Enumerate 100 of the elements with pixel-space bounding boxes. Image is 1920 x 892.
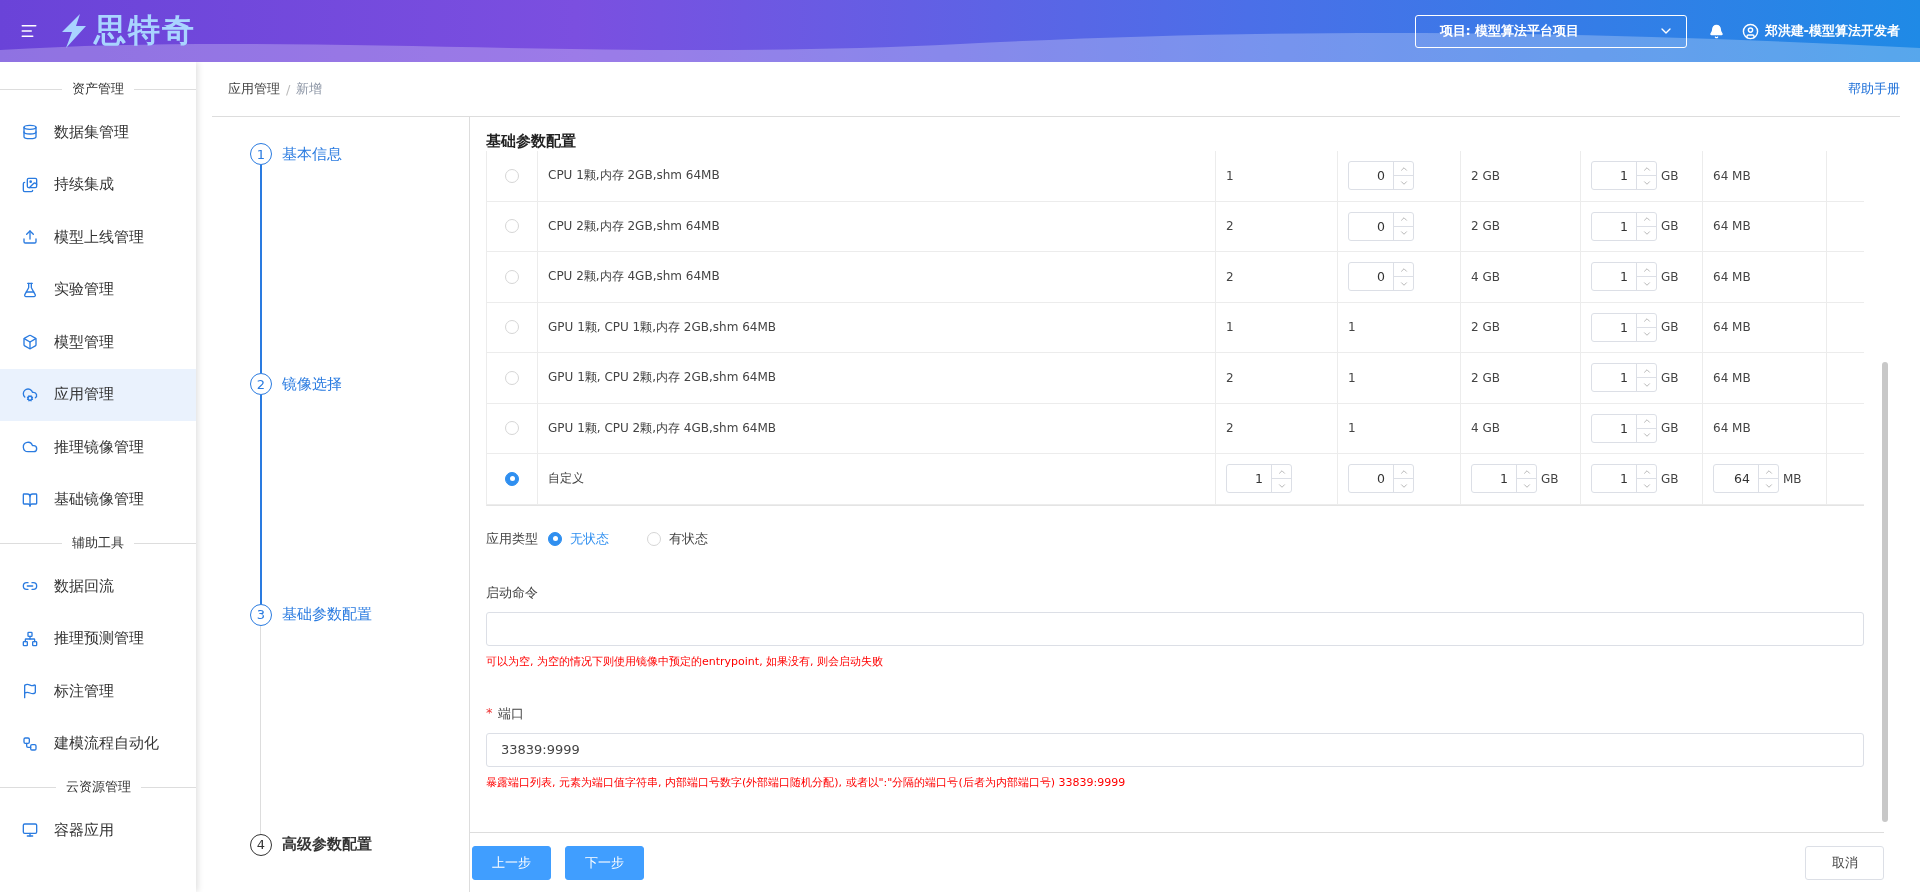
sidebar-item[interactable]: 实验管理	[0, 263, 196, 316]
table-cell: CPU 2颗,内存 4GB,shm 64MB	[548, 268, 720, 286]
sidebar-item[interactable]: 持续集成	[0, 158, 196, 211]
table-cell: 1	[1348, 320, 1356, 335]
step-label: 镜像选择	[282, 374, 342, 394]
radio-button[interactable]	[505, 471, 519, 486]
cube-icon	[22, 334, 38, 351]
breadcrumb-item[interactable]: 应用管理	[228, 80, 280, 98]
sidebar-item[interactable]: 数据回流	[0, 560, 196, 613]
table-cell: 1	[1348, 370, 1356, 385]
scrollbar[interactable]	[1882, 362, 1888, 822]
table-cell: 2 GB	[1471, 168, 1500, 183]
project-select[interactable]: 项目: 模型算法平台项目	[1414, 14, 1687, 48]
logo-text: 思特奇	[94, 10, 196, 51]
user-icon[interactable]	[1741, 22, 1759, 40]
help-link[interactable]: 帮助手册	[1848, 80, 1900, 98]
table-cell: 64 MB	[1713, 421, 1751, 436]
table-cell: CPU 1颗,内存 2GB,shm 64MB	[548, 167, 720, 185]
bell-icon[interactable]	[1708, 23, 1724, 39]
radio-button[interactable]	[548, 531, 562, 546]
radio-label[interactable]: 有状态	[669, 529, 708, 548]
breadcrumb-item: 新增	[296, 80, 323, 98]
number-input[interactable]: 1	[1591, 161, 1657, 191]
table-cell: 64 MB	[1713, 168, 1751, 183]
number-input[interactable]: 0	[1348, 161, 1414, 191]
table-cell: 2 GB	[1471, 370, 1500, 385]
images-icon	[22, 176, 38, 193]
sidebar-item[interactable]: 推理镜像管理	[0, 421, 196, 474]
table-cell: 4 GB	[1471, 269, 1500, 284]
user-name[interactable]: 郑洪建-模型算法开发者	[1764, 22, 1900, 40]
field-label: 端口	[497, 704, 524, 723]
sidebar-item[interactable]: 数据集管理	[0, 106, 196, 159]
network-icon	[22, 630, 38, 647]
table-cell: 1	[1226, 320, 1234, 335]
hint-text: 可以为空, 为空的情况下则使用镜像中预定的entrypoint, 如果没有, 则会启动失败	[486, 653, 885, 669]
workflow-icon	[22, 735, 38, 752]
sidebar-item[interactable]: 容器应用	[0, 804, 196, 857]
cancel-button[interactable]: 取消	[1805, 845, 1884, 880]
table-cell: GPU 1颗, CPU 2颗,内存 2GB,shm 64MB	[548, 369, 777, 387]
number-input[interactable]: 64	[1713, 464, 1779, 494]
database-icon	[22, 124, 38, 141]
unit-label: GB	[1661, 370, 1679, 385]
field-label: 启动命令	[486, 583, 538, 602]
table-cell: GPU 1颗, CPU 1颗,内存 2GB,shm 64MB	[548, 318, 777, 336]
sidebar-item[interactable]: 模型上线管理	[0, 211, 196, 264]
flask-icon	[22, 281, 38, 298]
number-input[interactable]: 1	[1591, 262, 1657, 292]
unit-label: GB	[1661, 471, 1679, 486]
book-icon	[22, 491, 38, 508]
table-cell: 64 MB	[1713, 370, 1751, 385]
flag-icon	[22, 683, 38, 700]
unit-label: GB	[1541, 471, 1559, 486]
sidebar-item[interactable]: 基础镜像管理	[0, 473, 196, 526]
table-cell: 1	[1348, 421, 1356, 436]
number-input[interactable]: 0	[1348, 464, 1414, 494]
table-cell: 64 MB	[1713, 269, 1751, 284]
sidebar-group-title: 云资源管理	[65, 778, 131, 796]
field-label: 应用类型	[486, 529, 538, 548]
step-label: 基本信息	[282, 144, 342, 164]
step-label: 高级参数配置	[282, 835, 372, 855]
hint-text: 暴露端口列表, 元素为端口值字符串, 内部端口号数字(外部端口随机分配), 或者以":"分隔的端口号(后者为内部端口号) 33839:9999	[486, 774, 1127, 790]
sidebar-item[interactable]: 应用管理	[0, 368, 196, 421]
unit-label: GB	[1661, 269, 1679, 284]
port-input[interactable]: 33839:9999	[486, 732, 1864, 767]
number-input[interactable]: 1	[1591, 464, 1657, 494]
unit-label: GB	[1661, 320, 1679, 335]
table-cell: 2	[1226, 421, 1234, 436]
unit-label: GB	[1661, 219, 1679, 234]
radio-label[interactable]: 无状态	[570, 529, 609, 548]
required-mark: *	[486, 704, 493, 722]
table-cell: 2	[1226, 219, 1234, 234]
table-cell: 4 GB	[1471, 421, 1500, 436]
step-label: 基础参数配置	[282, 605, 372, 625]
number-input[interactable]: 1	[1591, 211, 1657, 241]
upload-icon	[22, 229, 38, 246]
number-input[interactable]: 0	[1348, 211, 1414, 241]
number-input[interactable]: 1	[1591, 363, 1657, 393]
cloud-gear-icon	[22, 386, 38, 403]
sidebar-item[interactable]: 推理预测管理	[0, 612, 196, 665]
menu-icon[interactable]	[20, 22, 38, 40]
number-input[interactable]: 1	[1226, 464, 1292, 494]
command-input[interactable]	[486, 611, 1864, 646]
number-input[interactable]: 1	[1591, 312, 1657, 342]
table-cell: 2	[1226, 269, 1234, 284]
number-input[interactable]: 1	[1471, 464, 1537, 494]
table-cell: 自定义	[548, 470, 584, 488]
sidebar-group-title: 辅助工具	[72, 534, 124, 552]
sidebar-item[interactable]: 建模流程自动化	[0, 717, 196, 770]
table-cell: 1	[1226, 168, 1234, 183]
table-cell: 2 GB	[1471, 219, 1500, 234]
sidebar-item[interactable]: 标注管理	[0, 665, 196, 718]
number-input[interactable]: 0	[1348, 262, 1414, 292]
table-cell: 2 GB	[1471, 320, 1500, 335]
monitor-icon	[22, 822, 38, 839]
unit-label: GB	[1661, 421, 1679, 436]
table-cell: 64 MB	[1713, 320, 1751, 335]
table-cell: CPU 2颗,内存 2GB,shm 64MB	[548, 217, 720, 235]
unit-label: MB	[1783, 471, 1802, 486]
sidebar-item[interactable]: 模型管理	[0, 316, 196, 369]
number-input[interactable]: 1	[1591, 413, 1657, 443]
